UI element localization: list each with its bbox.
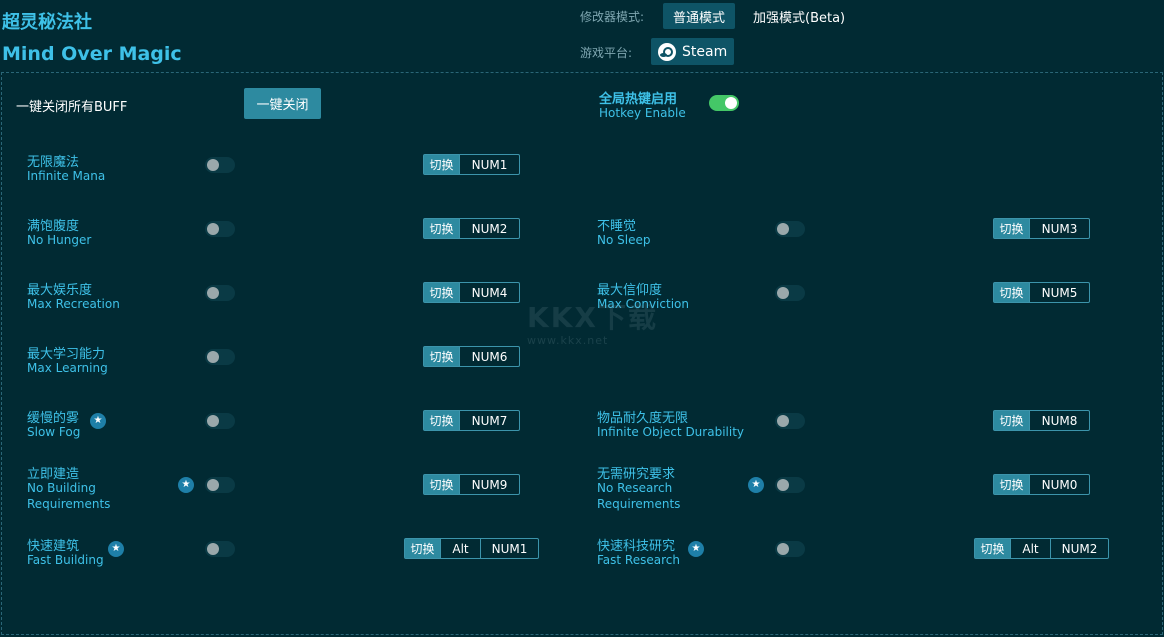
slow-fog-toggle[interactable] [205,413,235,429]
mode-label: 修改器模式: [580,10,645,24]
no-research-req-toggle[interactable] [775,477,805,493]
switch-label: 切换 [994,411,1029,430]
no-hunger-hotkey[interactable]: 切换 NUM2 [423,218,520,239]
no-sleep-hotkey[interactable]: 切换 NUM3 [993,218,1090,239]
no-research-req-hotkey[interactable]: 切换 NUM0 [993,474,1090,495]
hotkey-key: NUM8 [1029,411,1089,430]
toggle-knob [207,351,219,363]
slow-fog-hotkey[interactable]: 切换 NUM7 [423,410,520,431]
switch-label: 切换 [424,411,459,430]
normal-mode-button[interactable]: 普通模式 [663,3,735,29]
max-recreation-toggle[interactable] [205,285,235,301]
star-icon: ★ [90,413,106,429]
infinite-durability-hotkey[interactable]: 切换 NUM8 [993,410,1090,431]
star-icon: ★ [748,477,764,493]
hotkey-key: NUM2 [1050,539,1108,558]
max-conviction-toggle[interactable] [775,285,805,301]
steam-icon [658,42,676,61]
toggle-knob [777,543,789,555]
toggle-knob [725,97,737,109]
switch-label: 切换 [424,475,459,494]
hotkey-key: NUM2 [459,219,519,238]
toggle-knob [207,543,219,555]
fast-building-hotkey[interactable]: 切换 Alt NUM1 [404,538,539,559]
fast-research-hotkey[interactable]: 切换 Alt NUM2 [974,538,1109,559]
watermark-url: www.kkx.net [527,334,609,347]
switch-label: 切换 [424,155,459,174]
no-hunger-toggle[interactable] [205,221,235,237]
item-no-research-req-en: No Research Requirements [597,481,681,511]
item-slow-fog-en: Slow Fog [27,425,81,439]
star-icon: ★ [108,541,124,557]
toggle-knob [207,223,219,235]
hotkey-enable-label-en: Hotkey Enable [599,106,686,120]
steam-platform-button[interactable]: Steam [651,38,734,65]
close-all-button[interactable]: 一键关闭 [244,88,321,119]
item-no-hunger-en: No Hunger [27,233,92,247]
fast-building-toggle[interactable] [205,541,235,557]
hotkey-enable-label-cn: 全局热键启用 [599,92,678,107]
fast-research-toggle[interactable] [775,541,805,557]
hotkey-key: NUM1 [480,539,538,558]
close-all-label: 一键关闭所有BUFF [16,100,128,115]
star-icon: ★ [688,541,704,557]
toggle-knob [207,415,219,427]
hotkey-modifier: Alt [440,539,480,558]
star-icon: ★ [178,477,194,493]
hotkey-key: NUM0 [1029,475,1089,494]
infinite-mana-hotkey[interactable]: 切换 NUM1 [423,154,520,175]
toggle-knob [207,159,219,171]
toggle-knob [207,479,219,491]
item-infinite-mana-en: Infinite Mana [27,169,106,183]
infinite-mana-toggle[interactable] [205,157,235,173]
switch-label: 切换 [405,539,440,558]
hotkey-key: NUM1 [459,155,519,174]
hotkey-key: NUM4 [459,283,519,302]
watermark-logo: KKX下载 [527,301,658,334]
item-fast-research-en: Fast Research [597,553,680,567]
max-learning-hotkey[interactable]: 切换 NUM6 [423,346,520,367]
no-building-req-hotkey[interactable]: 切换 NUM9 [423,474,520,495]
steam-label: Steam [682,43,728,60]
hotkey-modifier: Alt [1010,539,1050,558]
no-sleep-toggle[interactable] [775,221,805,237]
platform-label: 游戏平台: [580,46,633,60]
max-learning-toggle[interactable] [205,349,235,365]
toggle-knob [777,223,789,235]
switch-label: 切换 [994,219,1029,238]
no-building-req-toggle[interactable] [205,477,235,493]
toggle-knob [777,479,789,491]
item-no-building-req-en: No Building Requirements [27,481,111,511]
hotkey-key: NUM6 [459,347,519,366]
hotkey-key: NUM9 [459,475,519,494]
hotkey-key: NUM5 [1029,283,1089,302]
switch-label: 切换 [994,283,1029,302]
item-infinite-durability-en: Infinite Object Durability [597,425,744,439]
item-max-learning-en: Max Learning [27,361,108,375]
hotkey-key: NUM3 [1029,219,1089,238]
toggle-knob [207,287,219,299]
switch-label: 切换 [994,475,1029,494]
item-fast-building-en: Fast Building [27,553,104,567]
max-recreation-hotkey[interactable]: 切换 NUM4 [423,282,520,303]
max-conviction-hotkey[interactable]: 切换 NUM5 [993,282,1090,303]
page-title-cn: 超灵秘法社 [2,12,92,33]
switch-label: 切换 [975,539,1010,558]
infinite-durability-toggle[interactable] [775,413,805,429]
switch-label: 切换 [424,219,459,238]
switch-label: 切换 [424,347,459,366]
toggle-knob [777,415,789,427]
switch-label: 切换 [424,283,459,302]
item-no-sleep-en: No Sleep [597,233,651,247]
toggle-knob [777,287,789,299]
page-title-en: Mind Over Magic [2,43,182,65]
item-max-recreation-en: Max Recreation [27,297,120,311]
hotkey-key: NUM7 [459,411,519,430]
hotkey-enable-toggle[interactable] [709,95,739,111]
enhanced-mode-button[interactable]: 加强模式(Beta) [745,3,853,29]
